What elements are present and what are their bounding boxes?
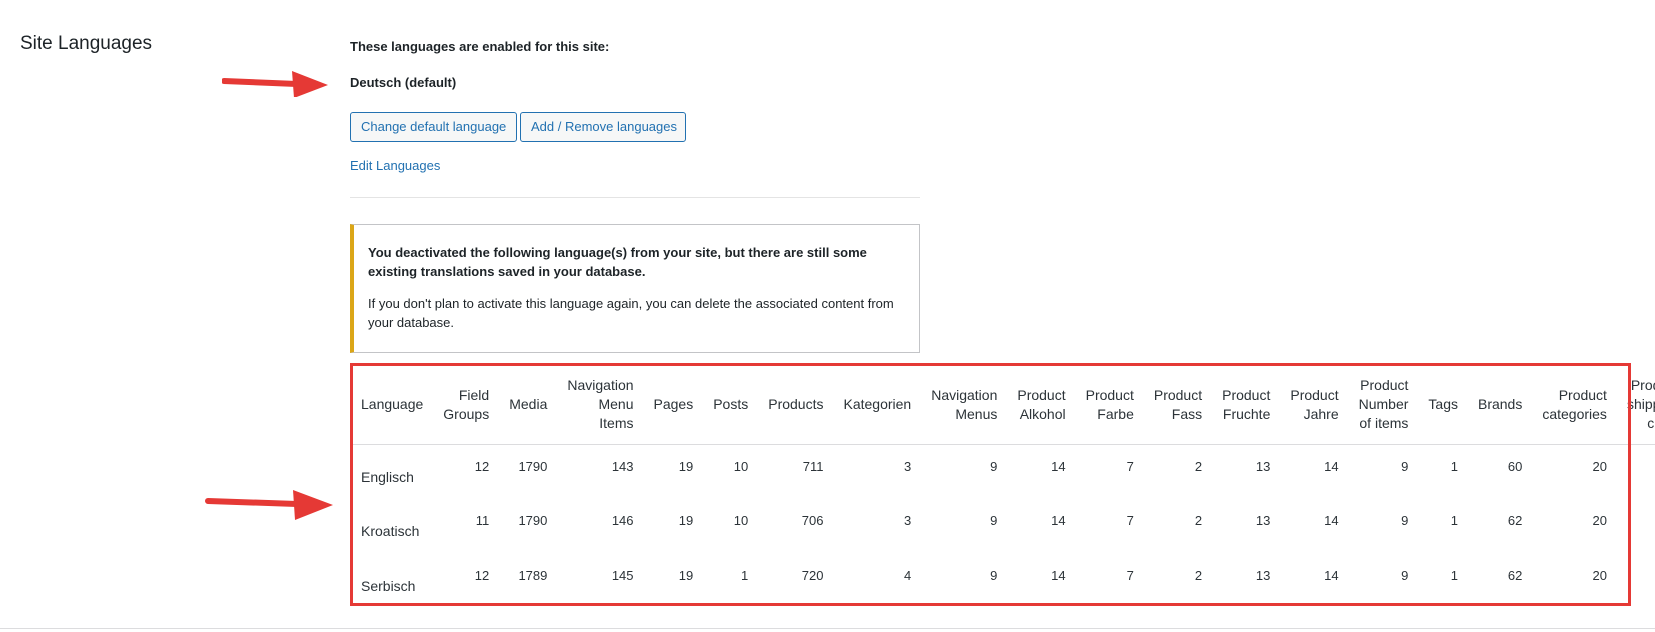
count-cell: 10 [733,458,749,474]
count-cell: 3 [903,458,912,474]
count-cell: 1790 [518,458,548,474]
count-cell: 9 [1401,568,1409,583]
column-header: Field Groups [433,366,500,445]
count-cell: 62 [1507,568,1523,583]
column-header: Product Number of items [1348,366,1419,445]
column-header: Product Farbe [1075,366,1144,445]
count-cell: 3 [903,513,912,528]
count-cell: 60 [1507,458,1523,474]
count-cell: 13 [1255,513,1271,528]
count-cell: 1 [1450,458,1458,474]
column-header: Brands [1467,366,1533,445]
count-cell: 2 [1194,458,1203,474]
column-header: Pages [643,366,704,445]
column-header: Language [352,366,434,445]
count-cell: 1789 [518,568,548,583]
count-cell: 9 [990,458,998,474]
table-row: Englisch 12 1790 143 19 10 711 3 9 14 7 2 13 14 9 1 60 20 [352,444,1655,499]
bottom-divider [0,628,1655,629]
count-cell [1617,499,1655,554]
column-header: Product Jahre [1280,366,1349,445]
count-cell: 14 [1051,513,1066,528]
count-cell: 14 [1051,458,1066,474]
notice-text: If you don't plan to activate this langu… [368,296,894,330]
add-remove-languages-button[interactable]: Add / Remove languages [520,112,686,142]
column-header: Product Fass [1143,366,1213,445]
column-header: Kategorien [833,366,922,445]
column-header: Product categories [1532,366,1617,445]
deactivated-languages-notice: You deactivated the following language(s… [350,224,920,353]
count-cell: 720 [801,568,824,583]
column-header: Tags [1418,366,1468,445]
count-cell: 14 [1324,458,1339,474]
count-cell: 1 [741,568,749,583]
column-header: Product Alkohol [1007,366,1076,445]
column-header: Product shipping class [1616,366,1655,445]
count-cell: 14 [1324,568,1339,583]
count-cell: 19 [678,513,694,528]
notice-strong-text: You deactivated the following language(s… [368,245,867,279]
count-cell: 2 [1194,568,1203,583]
count-cell: 1 [1450,568,1458,583]
section-divider [350,197,920,198]
count-cell: 19 [678,568,694,583]
language-cell: Englisch [361,468,414,485]
count-cell: 20 [1592,568,1607,583]
column-header: Media [499,366,558,445]
column-header: Product Fruchte [1212,366,1281,445]
table-row: Serbisch 12 1789 145 19 1 720 4 9 14 7 2 13 14 9 1 62 20 [352,554,1655,606]
count-cell: 1 [1450,513,1458,528]
count-cell: 1790 [518,513,548,528]
count-cell [1617,444,1655,499]
count-cell: 13 [1255,458,1271,474]
count-cell: 2 [1194,513,1203,528]
count-cell: 13 [1255,568,1271,583]
count-cell: 7 [1126,458,1134,474]
count-cell: 146 [611,513,634,528]
column-header: Posts [703,366,759,445]
red-arrow-right-icon [222,71,328,97]
count-cell: 7 [1126,513,1134,528]
column-header: Navigation Menus [921,366,1008,445]
column-header: Navigation Menu Items [557,366,644,445]
enabled-languages-label: These languages are enabled for this sit… [350,39,610,54]
translations-table-wrapper[interactable]: Language Field Groups Media Navigation Menu… [352,366,1655,606]
count-cell: 7 [1126,568,1134,583]
count-cell: 14 [1051,568,1066,583]
change-default-language-button[interactable]: Change default language [350,112,517,142]
language-cell: Serbisch [361,578,416,594]
table-row: Kroatisch 11 1790 146 19 10 706 3 9 14 7 2 13 14 9 1 62 2… [352,499,1655,554]
count-cell [1617,554,1655,606]
count-cell: 9 [990,568,998,583]
count-cell: 12 [474,568,490,583]
red-arrow-right-icon [205,490,333,520]
count-cell: 706 [801,513,824,528]
column-header: Products [758,366,834,445]
default-language: Deutsch (default) [350,75,457,90]
count-cell: 4 [903,568,912,583]
count-cell: 14 [1324,513,1339,528]
count-cell: 9 [1401,458,1409,474]
translations-table: Language Field Groups Media Navigation Menu… [352,366,1655,606]
count-cell: 9 [990,513,998,528]
count-cell: 711 [802,458,824,474]
count-cell: 11 [475,513,490,528]
edit-languages-link[interactable]: Edit Languages [350,158,440,173]
count-cell: 20 [1592,513,1607,528]
count-cell: 143 [611,458,634,474]
count-cell: 10 [733,513,749,528]
count-cell: 20 [1592,458,1607,474]
count-cell: 145 [611,568,634,583]
count-cell: 12 [474,458,490,474]
count-cell: 9 [1401,513,1409,528]
count-cell: 62 [1507,513,1523,528]
table-header-row: Language Field Groups Media Navigation Menu… [352,366,1655,445]
language-cell: Kroatisch [361,523,420,539]
page-title: Site Languages [20,33,153,54]
count-cell: 19 [678,458,694,474]
